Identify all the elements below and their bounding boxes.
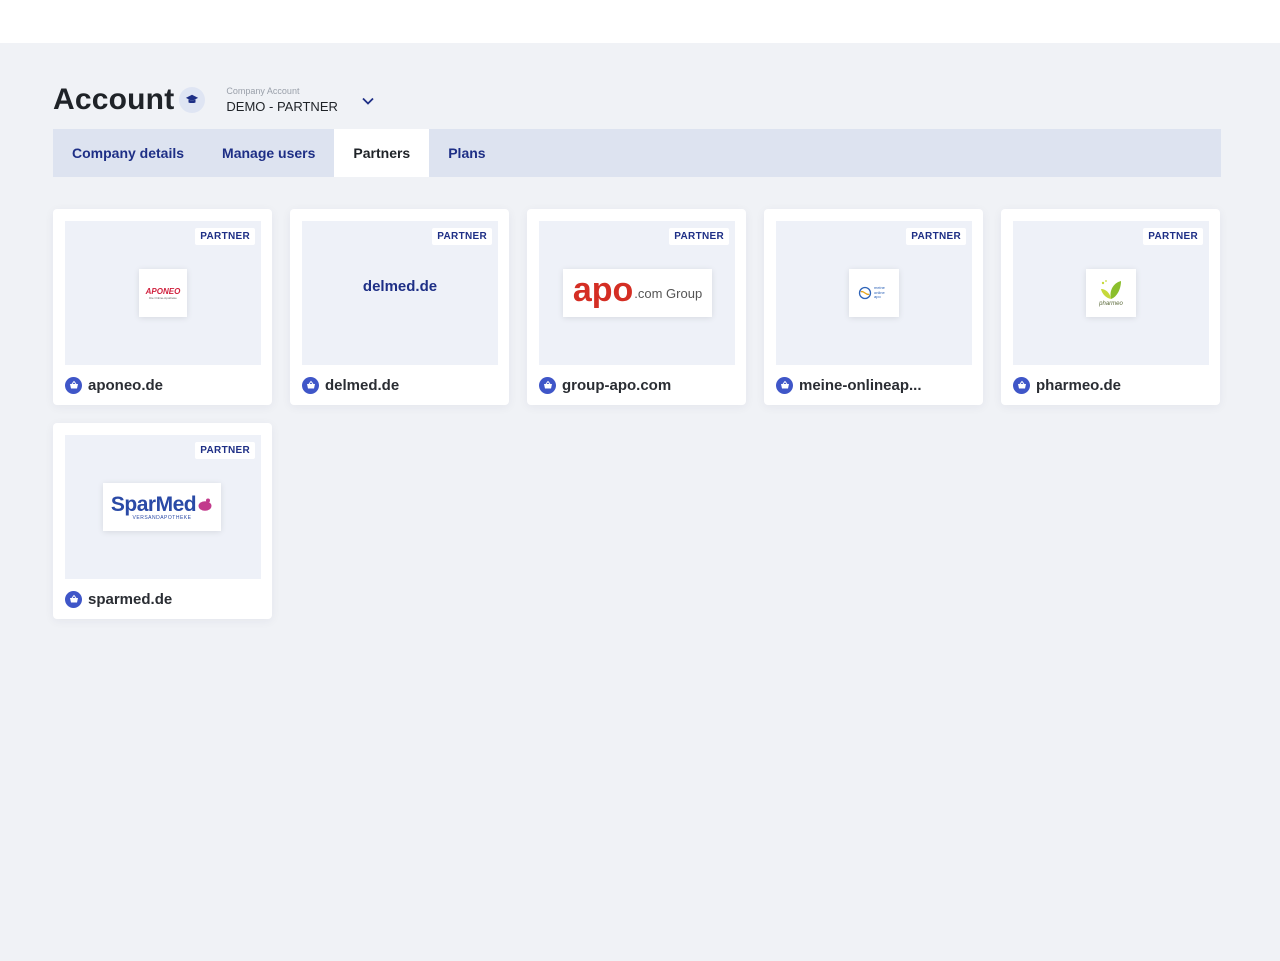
- partner-badge: PARTNER: [669, 228, 729, 245]
- company-account-select[interactable]: Company Account DEMO - PARTNER: [226, 86, 374, 114]
- page-title: Account: [53, 83, 175, 116]
- tab-partners[interactable]: Partners: [334, 129, 430, 177]
- partner-card-meine-onlineapo[interactable]: PARTNER meine online apo meine-onlineap.…: [764, 209, 983, 405]
- company-account-label: Company Account: [226, 86, 300, 96]
- partner-card-group-apo[interactable]: PARTNER apo .com Group group-apo.com: [527, 209, 746, 405]
- partner-thumbnail: PARTNER SparMed VERSANDAPOTHEKE: [65, 435, 261, 579]
- tab-company-details[interactable]: Company details: [53, 129, 203, 177]
- partner-badge: PARTNER: [906, 228, 966, 245]
- leaf-icon: [1101, 280, 1121, 299]
- globe-icon: [858, 286, 872, 300]
- partner-badge: PARTNER: [432, 228, 492, 245]
- basket-icon: [65, 376, 82, 394]
- aponeo-logo: APONEO Die Online-Apotheke: [139, 269, 187, 317]
- partner-card-delmed[interactable]: PARTNER delmed.de delmed.de: [290, 209, 509, 405]
- partner-thumbnail: PARTNER delmed.de: [302, 221, 498, 365]
- partner-name: sparmed.de: [88, 590, 173, 608]
- partner-badge: PARTNER: [195, 228, 255, 245]
- partner-name: aponeo.de: [88, 376, 164, 394]
- basket-icon: [302, 376, 319, 394]
- partner-badge: PARTNER: [1143, 228, 1203, 245]
- partner-badge: PARTNER: [195, 442, 255, 459]
- chevron-down-icon[interactable]: [362, 92, 374, 110]
- top-bar: [0, 0, 1280, 43]
- partner-card-pharmeo[interactable]: PARTNER pharmeo pharmeo.de: [1001, 209, 1220, 405]
- partner-name: pharmeo.de: [1036, 376, 1122, 394]
- partner-name: delmed.de: [325, 376, 400, 394]
- partner-thumbnail: PARTNER pharmeo: [1013, 221, 1209, 365]
- partner-card-sparmed[interactable]: PARTNER SparMed VERSANDAPOTHEKE sparmed.…: [53, 423, 272, 619]
- partner-thumbnail: PARTNER APONEO Die Online-Apotheke: [65, 221, 261, 365]
- tab-manage-users[interactable]: Manage users: [203, 129, 334, 177]
- account-tabs: Company details Manage users Partners Pl…: [53, 129, 1221, 177]
- basket-icon: [65, 590, 82, 608]
- partner-name: group-apo.com: [562, 376, 672, 394]
- partner-thumbnail: PARTNER meine online apo: [776, 221, 972, 365]
- pharmeo-logo: pharmeo: [1086, 269, 1136, 317]
- tab-plans[interactable]: Plans: [429, 129, 504, 177]
- sparmed-logo: SparMed VERSANDAPOTHEKE: [103, 483, 221, 531]
- partner-name: meine-onlineap...: [799, 376, 922, 394]
- basket-icon: [539, 376, 556, 394]
- group-apo-logo: apo .com Group: [563, 269, 712, 317]
- basket-icon: [776, 376, 793, 394]
- company-account-value: DEMO - PARTNER: [226, 99, 338, 114]
- meine-onlineapo-logo: meine online apo: [849, 269, 899, 317]
- basket-icon: [1013, 376, 1030, 394]
- piggy-bank-icon: [198, 498, 212, 511]
- page-header: Account Company Account DEMO - PARTNER: [53, 80, 374, 120]
- graduation-cap-icon: [179, 87, 206, 113]
- partner-card-aponeo[interactable]: PARTNER APONEO Die Online-Apotheke apone…: [53, 209, 272, 405]
- partner-thumbnail: PARTNER apo .com Group: [539, 221, 735, 365]
- delmed-logo: delmed.de: [362, 278, 438, 295]
